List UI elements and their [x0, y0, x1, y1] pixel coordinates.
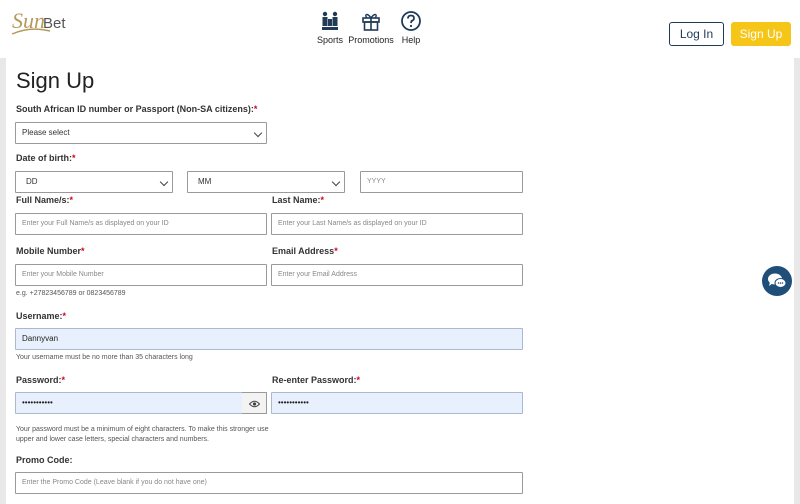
dob-day-value: DD	[26, 177, 38, 186]
lastname-input[interactable]: Enter your Last Name/s as displayed on y…	[271, 213, 523, 235]
question-circle-icon	[401, 11, 421, 31]
chat-bubbles-icon	[768, 273, 787, 288]
nav-sports-label: Sports	[316, 35, 343, 45]
page-title: Sign Up	[16, 68, 95, 93]
required-mark: *	[356, 375, 361, 385]
repassword-value: •••••••••••	[278, 398, 309, 407]
nav-sports[interactable]: Sports	[314, 10, 346, 45]
nav-promotions-label: Promotions	[348, 35, 394, 45]
repassword-input[interactable]: •••••••••••	[271, 392, 523, 414]
dob-year-placeholder: YYYY	[367, 178, 386, 185]
email-input[interactable]: Enter your Email Address	[271, 264, 523, 286]
fullname-placeholder: Enter your Full Name/s as displayed on y…	[22, 220, 169, 227]
lastname-label: Last Name:*	[272, 195, 325, 205]
gift-icon	[362, 13, 380, 31]
id-label: South African ID number or Passport (Non…	[16, 104, 258, 114]
mobile-input[interactable]: Enter your Mobile Number	[15, 264, 267, 286]
required-mark: *	[72, 153, 76, 163]
show-password-button[interactable]	[242, 392, 267, 414]
required-mark: *	[320, 195, 325, 205]
id-type-select-value: Please select	[22, 128, 70, 137]
fullname-label: Full Name/s:*	[16, 195, 74, 205]
dob-label: Date of birth:*	[16, 153, 76, 163]
dob-day-select[interactable]: DD	[15, 171, 173, 193]
repassword-label: Re-enter Password:*	[272, 375, 361, 385]
required-mark: *	[81, 246, 85, 256]
fullname-input[interactable]: Enter your Full Name/s as displayed on y…	[15, 213, 267, 235]
logo-swoosh-icon	[11, 28, 51, 35]
mobile-placeholder: Enter your Mobile Number	[22, 271, 104, 278]
promo-label: Promo Code:	[16, 455, 73, 465]
dob-month-value: MM	[198, 177, 212, 186]
top-bar: SunBet Sports Promotions Help Log In Sig…	[0, 0, 800, 58]
eye-icon	[249, 400, 260, 408]
required-mark: *	[253, 104, 258, 114]
promo-placeholder: Enter the Promo Code (Leave blank if you…	[22, 479, 207, 486]
password-hint-line-1: Your password must be a minimum of eight…	[16, 426, 269, 433]
username-label: Username:*	[16, 311, 67, 321]
password-hint: Your password must be a minimum of eight…	[16, 425, 269, 445]
email-placeholder: Enter your Email Address	[278, 271, 357, 278]
id-type-select[interactable]: Please select	[15, 122, 267, 144]
nav-promotions[interactable]: Promotions	[347, 10, 395, 45]
username-value: Dannyvan	[22, 334, 59, 343]
chevron-down-icon	[253, 128, 263, 138]
trophy-people-icon	[322, 11, 338, 30]
mobile-label: Mobile Number*	[16, 246, 85, 256]
signup-header-button[interactable]: Sign Up	[731, 22, 791, 46]
password-value: •••••••••••	[22, 398, 53, 407]
nav-help[interactable]: Help	[398, 10, 424, 45]
password-input[interactable]: •••••••••••	[15, 392, 243, 414]
live-chat-button[interactable]	[762, 266, 792, 296]
required-mark: *	[61, 375, 66, 385]
username-hint: Your username must be no more than 35 ch…	[16, 354, 193, 361]
password-hint-line-2: upper and lower case letters, special ch…	[16, 436, 209, 443]
email-label: Email Address*	[272, 246, 338, 256]
login-button[interactable]: Log In	[669, 22, 724, 46]
username-input[interactable]: Dannyvan	[15, 328, 523, 350]
chevron-down-icon	[159, 177, 169, 187]
dob-year-input[interactable]: YYYY	[360, 171, 523, 193]
promo-code-input[interactable]: Enter the Promo Code (Leave blank if you…	[15, 472, 523, 494]
mobile-hint: e.g. +27823456789 or 0823456789	[16, 290, 126, 297]
dob-month-select[interactable]: MM	[187, 171, 345, 193]
nav-help-label: Help	[401, 35, 421, 45]
required-mark: *	[69, 195, 74, 205]
password-label: Password:*	[16, 375, 66, 385]
lastname-placeholder: Enter your Last Name/s as displayed on y…	[278, 220, 427, 227]
required-mark: *	[62, 311, 67, 321]
required-mark: *	[334, 246, 338, 256]
chevron-down-icon	[331, 177, 341, 187]
